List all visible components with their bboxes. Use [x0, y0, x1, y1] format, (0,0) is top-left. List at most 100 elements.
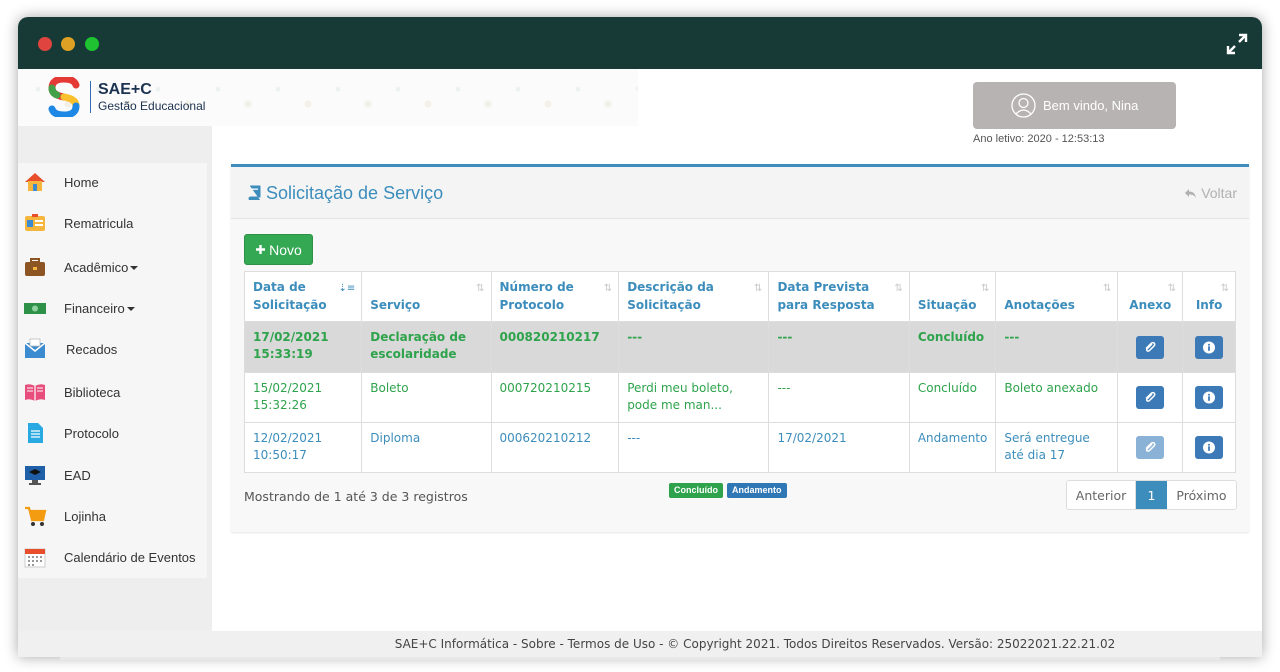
- brand-subtitle: Gestão Educacional: [98, 99, 206, 113]
- sidebar-item-label: Acadêmico: [64, 260, 139, 275]
- sidebar-item-home[interactable]: Home: [18, 164, 207, 200]
- fullscreen-icon[interactable]: [1226, 33, 1248, 55]
- cell-info: [1182, 372, 1236, 423]
- cell-situacao: Andamento: [908, 422, 997, 473]
- info-button[interactable]: [1195, 436, 1224, 459]
- sort-icon: ⇅: [1220, 283, 1229, 294]
- browser-window: SAE+C Gestão Educacional Bem vindo, Nina…: [18, 17, 1262, 657]
- info-button[interactable]: [1195, 386, 1224, 409]
- cell-situacao: Concluído: [908, 321, 997, 373]
- sort-desc-icon: ⇣≡: [338, 283, 356, 294]
- panel-body: Novo Data de Solicitação ⇣≡ Serviço ⇅ Núme…: [231, 219, 1249, 532]
- cell-descricao: Perdi meu boleto, pode me man...: [618, 372, 770, 423]
- cell-servico: Boleto: [361, 372, 492, 423]
- page-title: Solicitação de Serviço: [247, 183, 443, 204]
- sort-icon: ⇅: [603, 283, 613, 294]
- window-titlebar: [18, 17, 1262, 69]
- column-header-servico[interactable]: Serviço ⇅: [361, 271, 492, 322]
- book-icon: [25, 384, 45, 401]
- brand: SAE+C Gestão Educacional: [98, 81, 205, 113]
- table-row[interactable]: 17/02/2021 15:33:19 Declaração de escola…: [243, 321, 1236, 373]
- footer: SAE+C Informática - Sobre - Termos de Us…: [18, 631, 1262, 657]
- cell-anexo: [1117, 372, 1184, 423]
- sae-logo-icon[interactable]: [48, 77, 80, 117]
- sort-icon: ⇅: [476, 283, 485, 294]
- cell-protocolo: 000620210212: [490, 422, 620, 473]
- cell-data: 17/02/2021 15:33:19: [243, 321, 363, 373]
- cell-prevista: ---: [768, 372, 910, 423]
- sidebar-item-label: Protocolo: [64, 425, 119, 441]
- sidebar-item-biblioteca[interactable]: Biblioteca: [18, 374, 207, 410]
- back-button[interactable]: Voltar: [1184, 185, 1237, 201]
- info-icon: [1203, 391, 1216, 404]
- cell-prevista: 17/02/2021: [768, 422, 910, 473]
- document-icon: [28, 423, 43, 443]
- new-request-button[interactable]: Novo: [244, 234, 313, 265]
- info-icon: [1203, 441, 1216, 454]
- sidebar-item-recados[interactable]: Recados: [18, 331, 207, 367]
- service-request-panel: Solicitação de Serviço Voltar Novo Data …: [231, 164, 1249, 532]
- cell-descricao: ---: [618, 321, 770, 373]
- pagination-next-button[interactable]: Próximo: [1167, 481, 1236, 509]
- footer-text: SAE+C Informática - Sobre - Termos de Us…: [394, 637, 1116, 651]
- user-menu-button[interactable]: Bem vindo, Nina: [973, 82, 1176, 129]
- id-card-icon: [25, 214, 45, 231]
- maximize-window-button[interactable]: [85, 37, 99, 51]
- column-header-anotacoes[interactable]: Anotações ⇅: [995, 271, 1119, 322]
- cart-icon: [25, 506, 47, 526]
- reply-icon: [1185, 189, 1197, 198]
- table-row[interactable]: 12/02/2021 10:50:17 Diploma 000620210212…: [243, 422, 1236, 473]
- cell-protocolo: 000720210215: [490, 372, 620, 423]
- cell-anotacoes: Boleto anexado: [995, 372, 1119, 423]
- sidebar-item-label: Biblioteca: [64, 384, 121, 400]
- table-row[interactable]: 15/02/2021 15:32:26 Boleto 000720210215 …: [243, 372, 1236, 423]
- close-window-button[interactable]: [38, 37, 52, 51]
- column-header-info[interactable]: Info ⇅: [1182, 271, 1236, 322]
- attachment-button-disabled: [1136, 436, 1165, 459]
- cell-situacao: Concluído: [908, 372, 997, 423]
- pagination-page-button[interactable]: 1: [1136, 481, 1167, 509]
- sidebar-item-protocolo[interactable]: Protocolo: [18, 415, 207, 451]
- sidebar-item-rematricula[interactable]: Rematricula: [18, 205, 207, 241]
- calendar-icon: [24, 548, 46, 568]
- cell-data: 15/02/2021 15:32:26: [243, 372, 363, 423]
- info-icon: [1203, 341, 1216, 353]
- table-header-row: Data de Solicitação ⇣≡ Serviço ⇅ Número de…: [243, 271, 1236, 322]
- sort-icon: ⇅: [894, 283, 903, 294]
- sidebar-item-financeiro[interactable]: Financeiro: [18, 290, 207, 326]
- cell-descricao: ---: [618, 422, 770, 473]
- column-header-anexo[interactable]: Anexo ⇅: [1117, 271, 1184, 322]
- cell-anotacoes: Será entregue até dia 17: [995, 422, 1119, 473]
- column-header-prevista[interactable]: Data Prevista para Resposta ⇅: [768, 271, 910, 322]
- cell-data: 12/02/2021 10:50:17: [243, 422, 363, 473]
- sidebar-item-label: Rematricula: [64, 215, 134, 231]
- attachment-button[interactable]: [1136, 335, 1165, 359]
- sort-icon: ⇅: [1102, 283, 1112, 294]
- pagination-prev-button[interactable]: Anterior: [1067, 481, 1136, 509]
- home-icon: [25, 173, 45, 191]
- brand-name: SAE+C: [98, 81, 152, 98]
- cell-prevista: ---: [768, 321, 910, 373]
- panel-header: Solicitação de Serviço Voltar: [231, 167, 1249, 219]
- attachment-button[interactable]: [1136, 386, 1165, 409]
- column-header-descricao[interactable]: Descrição da Solicitação ⇅: [618, 271, 770, 322]
- minimize-window-button[interactable]: [61, 37, 75, 51]
- sidebar-item-label: Recados: [66, 341, 118, 357]
- sidebar-item-calendario[interactable]: Calendário de Eventos: [18, 539, 207, 575]
- pagination-info: Mostrando de 1 até 3 de 3 registros: [244, 489, 468, 504]
- paperclip-icon: [1145, 341, 1156, 352]
- status-badge-concluido: Concluído: [669, 483, 723, 498]
- pagination: Anterior 1 Próximo: [1066, 480, 1237, 510]
- sidebar-item-academico[interactable]: Acadêmico: [18, 249, 207, 285]
- sidebar-item-ead[interactable]: EAD: [18, 457, 207, 493]
- sidebar-item-label: Calendário de Eventos: [64, 549, 196, 565]
- cell-info: [1182, 422, 1236, 473]
- column-header-situacao[interactable]: Situação ⇅: [908, 271, 997, 322]
- sidebar-item-lojinha[interactable]: Lojinha: [18, 498, 207, 534]
- info-button[interactable]: [1195, 335, 1224, 359]
- user-avatar-icon: [1011, 93, 1036, 118]
- column-header-protocolo[interactable]: Número de Protocolo ⇅: [490, 271, 620, 322]
- plus-icon: [256, 245, 266, 254]
- sidebar-item-label: EAD: [64, 467, 91, 483]
- column-header-data[interactable]: Data de Solicitação ⇣≡: [243, 271, 363, 322]
